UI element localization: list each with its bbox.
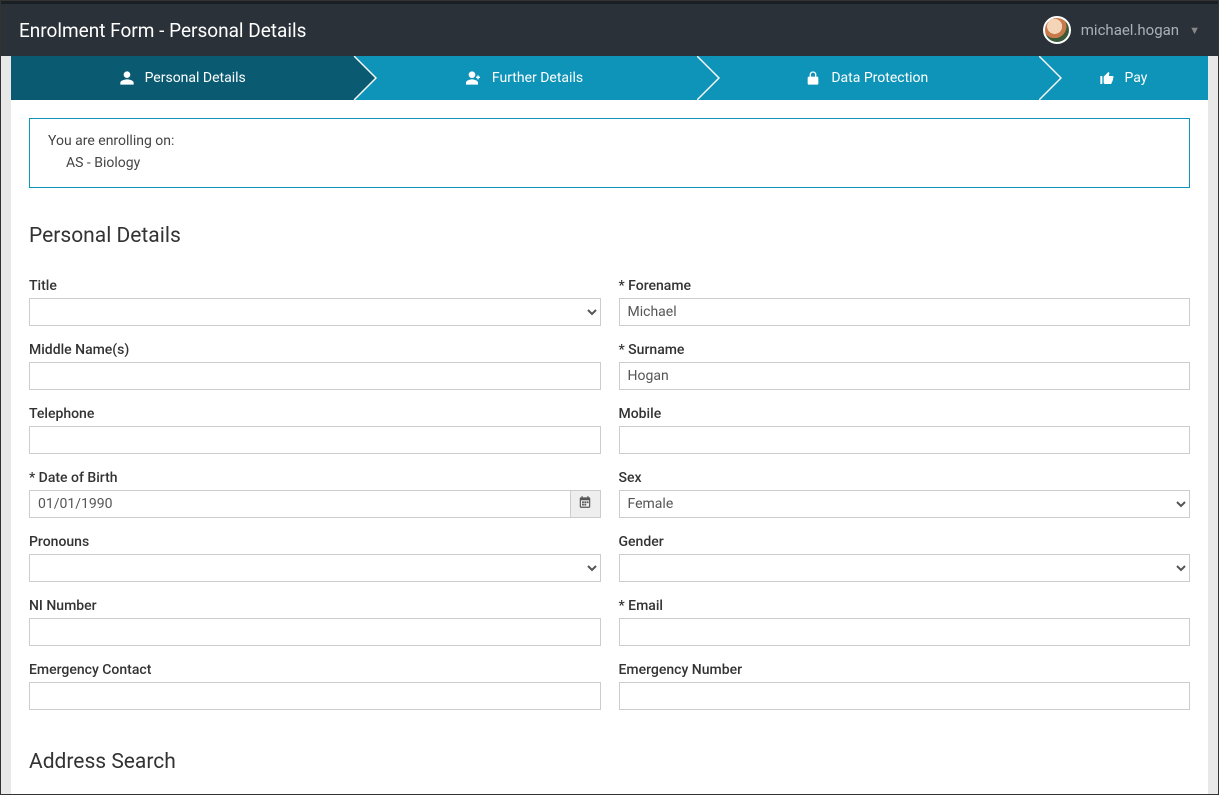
person-icon <box>119 70 135 86</box>
step-label: Data Protection <box>831 70 928 86</box>
section-personal-details: Personal Details <box>29 224 1190 248</box>
sex-select[interactable]: Female <box>619 490 1191 518</box>
title-select[interactable] <box>29 298 601 326</box>
username: michael.hogan <box>1081 21 1179 39</box>
pronouns-label: Pronouns <box>29 534 601 550</box>
lock-icon <box>805 70 821 86</box>
person-plus-icon <box>466 70 482 86</box>
title-label: Title <box>29 278 601 294</box>
step-personal-details[interactable]: Personal Details <box>11 56 353 100</box>
mobile-field[interactable] <box>619 426 1191 454</box>
emergency-contact-label: Emergency Contact <box>29 662 601 678</box>
step-further-details[interactable]: Further Details <box>353 56 695 100</box>
dob-field[interactable] <box>29 490 571 518</box>
pronouns-select[interactable] <box>29 554 601 582</box>
telephone-label: Telephone <box>29 406 601 422</box>
step-label: Pay <box>1125 70 1148 86</box>
telephone-field[interactable] <box>29 426 601 454</box>
calendar-icon <box>578 495 592 513</box>
gender-label: Gender <box>619 534 1191 550</box>
info-intro: You are enrolling on: <box>48 133 1171 149</box>
mobile-label: Mobile <box>619 406 1191 422</box>
dob-label: * Date of Birth <box>29 470 601 486</box>
personal-details-form: Title * Forename Middle Name(s) * Surnam… <box>29 278 1190 710</box>
user-menu[interactable]: michael.hogan ▼ <box>1043 16 1200 44</box>
email-label: * Email <box>619 598 1191 614</box>
page-title: Enrolment Form - Personal Details <box>19 19 306 42</box>
middlenames-label: Middle Name(s) <box>29 342 601 358</box>
step-data-protection[interactable]: Data Protection <box>696 56 1038 100</box>
calendar-button[interactable] <box>571 490 601 518</box>
header-bar: Enrolment Form - Personal Details michae… <box>1 4 1218 56</box>
emergency-number-field[interactable] <box>619 682 1191 710</box>
ninumber-label: NI Number <box>29 598 601 614</box>
main-scroll-area[interactable]: Personal Details Further Details Data Pr… <box>1 56 1218 794</box>
forename-label: * Forename <box>619 278 1191 294</box>
ninumber-field[interactable] <box>29 618 601 646</box>
info-course: AS - Biology <box>48 155 1171 171</box>
section-address-search: Address Search <box>29 750 1190 774</box>
emergency-contact-field[interactable] <box>29 682 601 710</box>
emergency-number-label: Emergency Number <box>619 662 1191 678</box>
forename-field[interactable] <box>619 298 1191 326</box>
gender-select[interactable] <box>619 554 1191 582</box>
step-label: Personal Details <box>145 70 246 86</box>
middlenames-field[interactable] <box>29 362 601 390</box>
avatar <box>1043 16 1071 44</box>
email-field[interactable] <box>619 618 1191 646</box>
chevron-down-icon: ▼ <box>1189 24 1200 37</box>
surname-field[interactable] <box>619 362 1191 390</box>
thumbs-up-icon <box>1099 70 1115 86</box>
surname-label: * Surname <box>619 342 1191 358</box>
progress-steps: Personal Details Further Details Data Pr… <box>11 56 1208 100</box>
step-pay[interactable]: Pay <box>1038 56 1208 100</box>
step-label: Further Details <box>492 70 583 86</box>
sex-label: Sex <box>619 470 1191 486</box>
enrolment-info-box: You are enrolling on: AS - Biology <box>29 118 1190 188</box>
